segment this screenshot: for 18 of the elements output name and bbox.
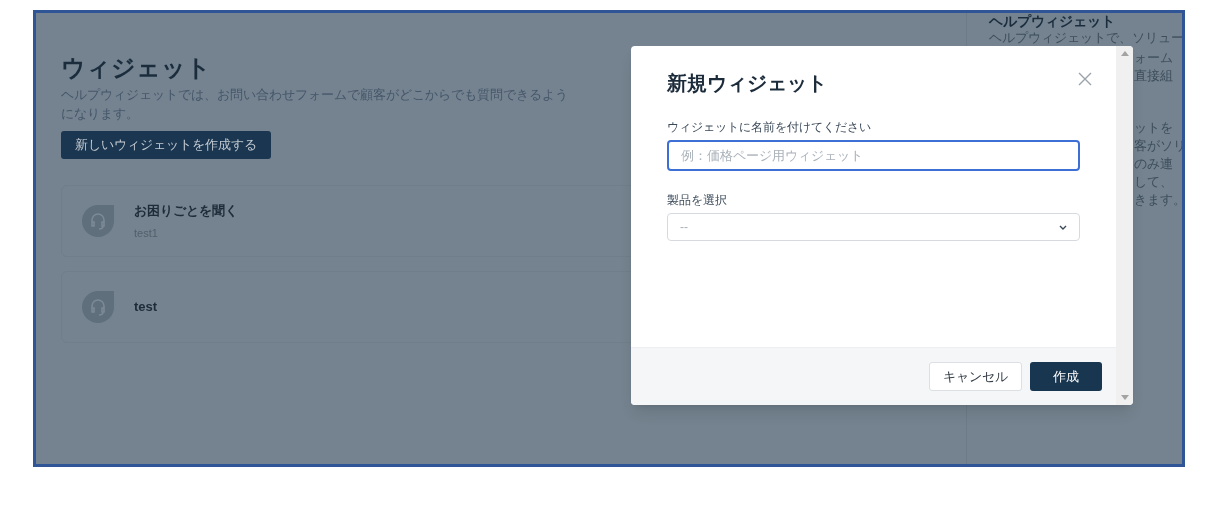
- close-icon[interactable]: [1078, 72, 1092, 86]
- cancel-button[interactable]: キャンセル: [929, 362, 1022, 391]
- widget-name: お困りごとを聞く: [134, 202, 238, 220]
- create-button[interactable]: 作成: [1030, 362, 1102, 391]
- scroll-down-icon[interactable]: [1120, 395, 1129, 400]
- create-widget-button[interactable]: 新しいウィジェットを作成する: [61, 131, 271, 159]
- modal-title: 新規ウィジェット: [667, 71, 827, 96]
- chevron-down-icon: [1059, 224, 1067, 230]
- name-input-field[interactable]: 例：価格ページ用ウィジェット: [667, 140, 1080, 171]
- field-label: 製品を選択: [667, 192, 727, 209]
- scrollbar[interactable]: [1116, 46, 1133, 405]
- page-title: ウィジェット: [61, 53, 211, 83]
- widget-name: test: [134, 298, 158, 317]
- panel-title: ヘルプウィジェット: [989, 13, 1115, 29]
- field-label: ウィジェットに名前を付けてください: [667, 119, 871, 136]
- headset-icon: [82, 291, 114, 323]
- scroll-up-icon[interactable]: [1120, 51, 1129, 56]
- headset-icon: [82, 205, 114, 237]
